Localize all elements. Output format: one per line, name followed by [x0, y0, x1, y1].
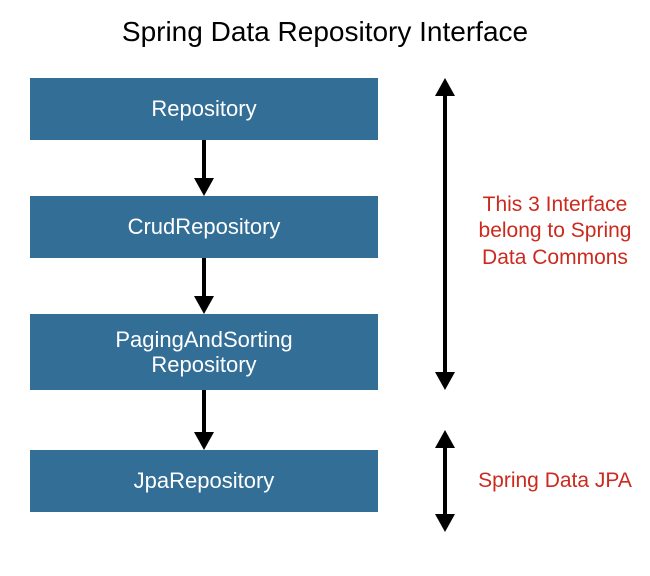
arrow-paging-to-jpa	[190, 390, 218, 450]
box-paging-label: PagingAndSorting Repository	[115, 327, 292, 378]
bracket-arrow-jpa	[430, 430, 460, 532]
bracket-arrow-commons	[430, 78, 460, 390]
box-repository-label: Repository	[151, 96, 256, 121]
box-paging-and-sorting-repository: PagingAndSorting Repository	[30, 314, 378, 390]
arrow-repository-to-crud	[190, 140, 218, 196]
arrow-crud-to-paging	[190, 258, 218, 314]
box-jpa-repository: JpaRepository	[30, 450, 378, 512]
annotation-jpa-text: Spring Data JPA	[478, 469, 632, 492]
box-jpa-label: JpaRepository	[134, 468, 275, 493]
diagram-title: Spring Data Repository Interface	[0, 16, 650, 48]
box-repository: Repository	[30, 78, 378, 140]
box-paging-line2: Repository	[151, 352, 256, 377]
annotation-commons-line1: This 3 Interface	[483, 193, 628, 216]
box-crud-repository: CrudRepository	[30, 196, 378, 258]
box-crud-label: CrudRepository	[128, 214, 281, 239]
box-paging-line1: PagingAndSorting	[115, 327, 292, 352]
annotation-spring-data-jpa: Spring Data JPA	[470, 468, 640, 494]
annotation-commons-line2: belong to Spring	[479, 219, 632, 242]
annotation-spring-data-commons: This 3 Interface belong to Spring Data C…	[470, 192, 640, 271]
annotation-commons-line3: Data Commons	[482, 246, 628, 269]
